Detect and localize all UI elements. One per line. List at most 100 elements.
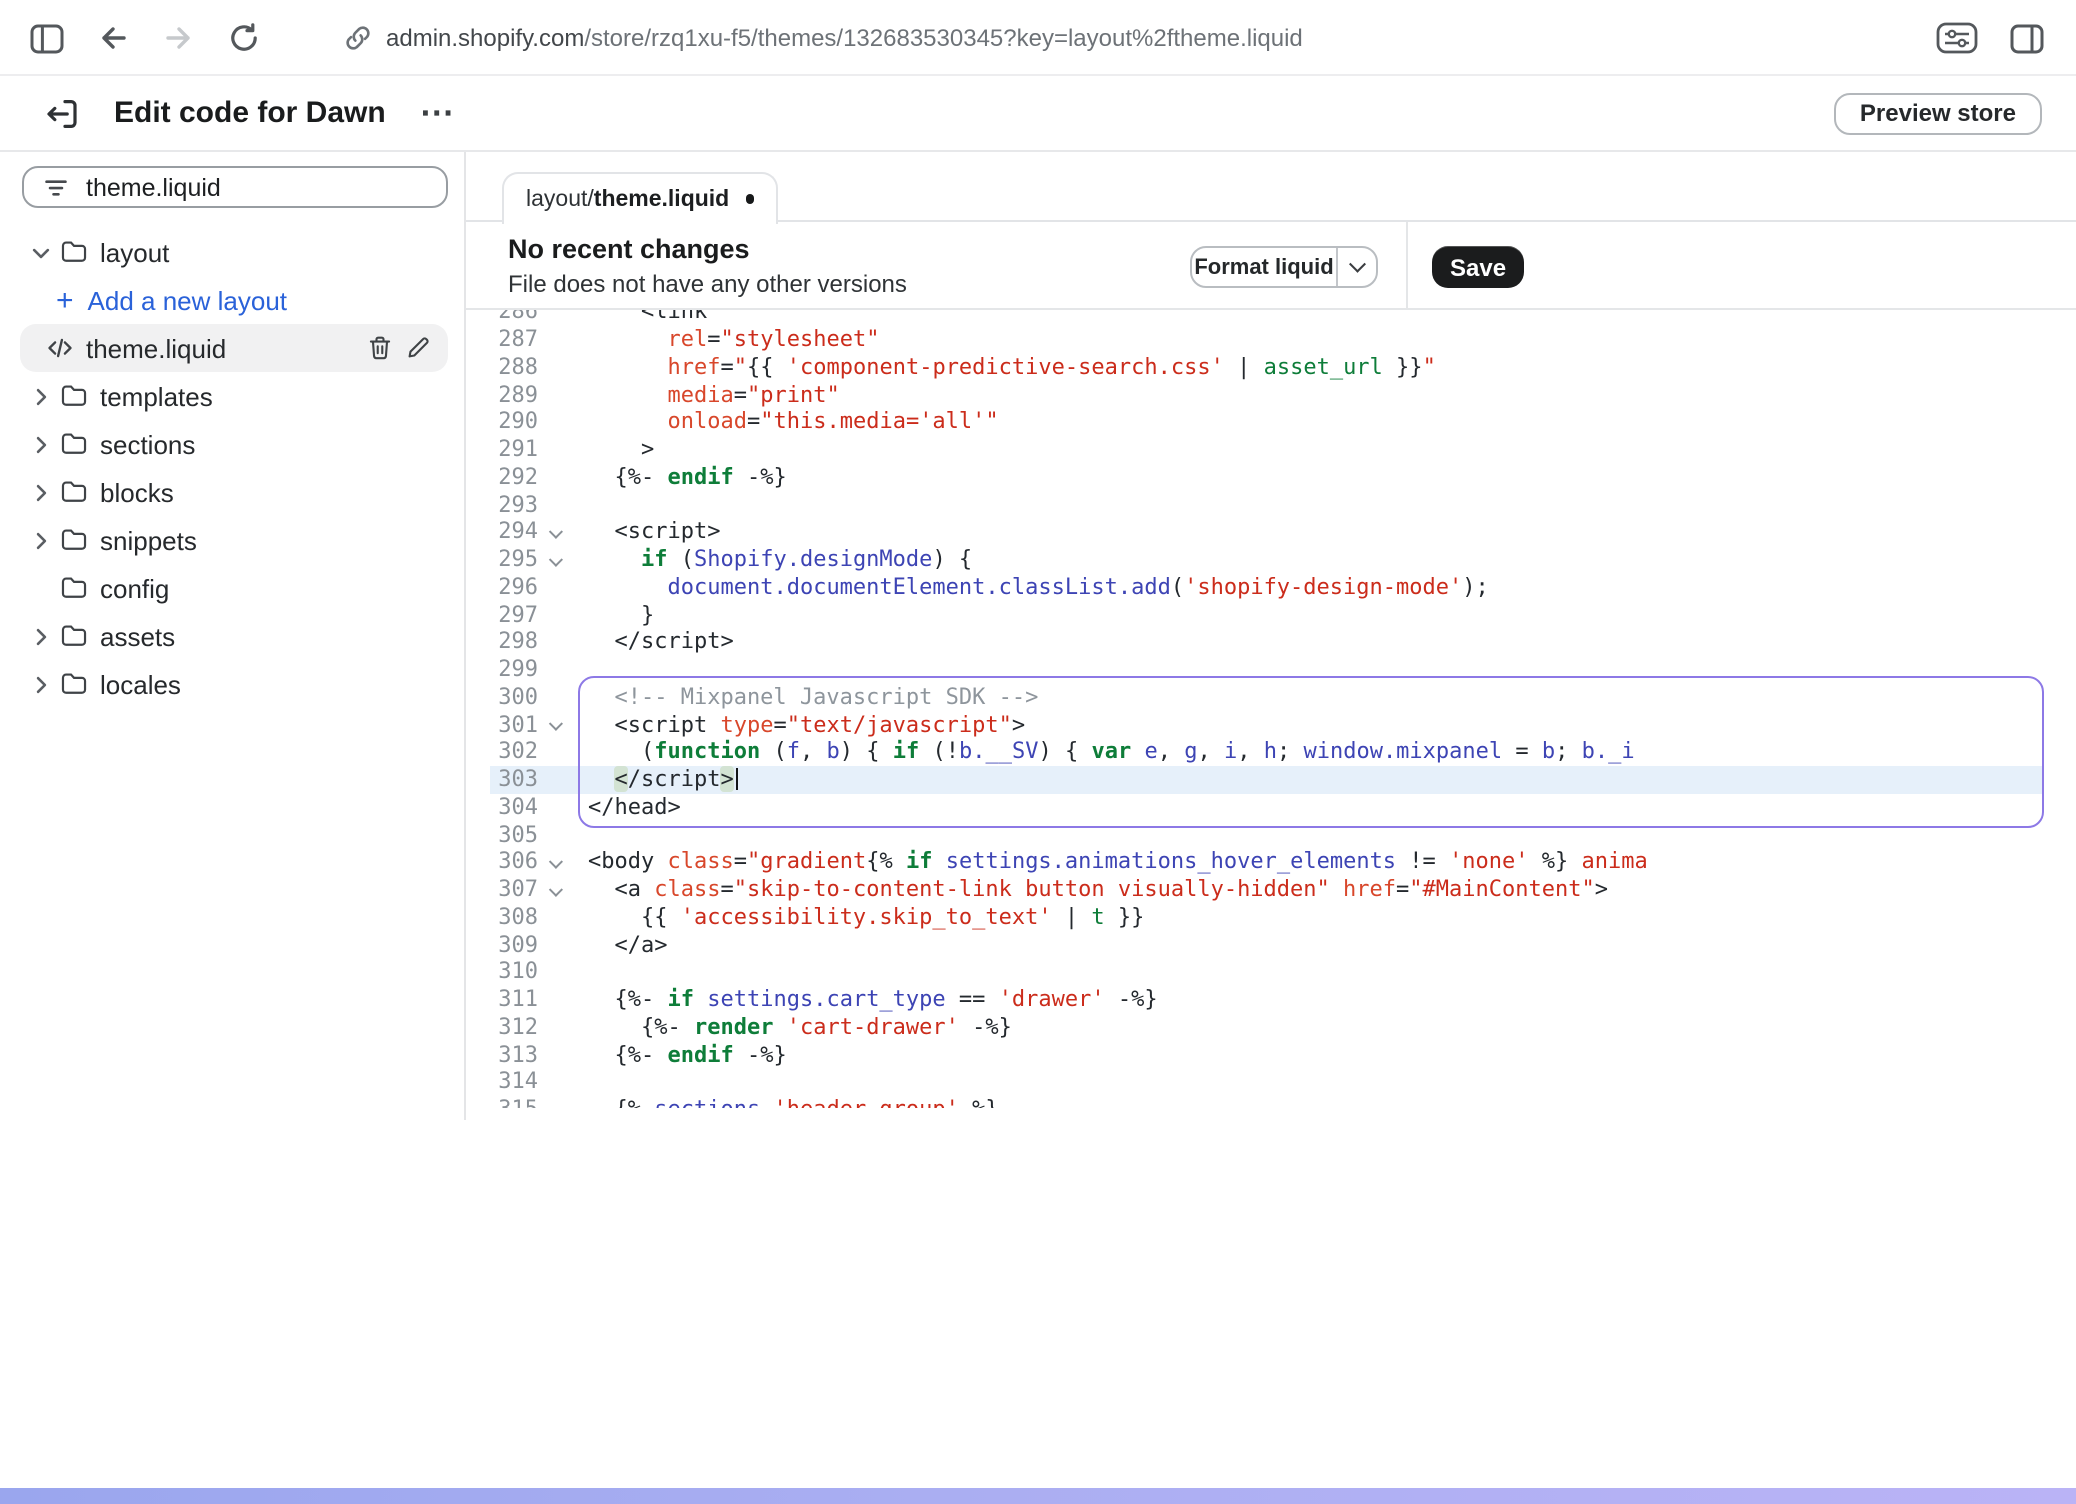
code-line-content[interactable]: <script> — [588, 519, 2044, 547]
sidebar-item-templates[interactable]: templates — [0, 372, 464, 420]
line-number[interactable]: 292 — [490, 464, 538, 492]
chevron-down-icon[interactable] — [1338, 248, 1376, 286]
line-number[interactable]: 299 — [490, 656, 538, 684]
line-number[interactable]: 287 — [490, 326, 538, 354]
code-line-content[interactable]: rel="stylesheet" — [588, 326, 2044, 354]
code-line[interactable]: 315 {% sections 'header-group' %} — [490, 1096, 2044, 1108]
sidebar-toggle-icon[interactable] — [24, 16, 68, 60]
code-line[interactable]: 295 if (Shopify.designMode) { — [490, 546, 2044, 574]
code-line-content[interactable]: </head> — [588, 794, 2044, 822]
code-line[interactable]: 311 {%- if settings.cart_type == 'drawer… — [490, 986, 2044, 1014]
line-number[interactable]: 296 — [490, 574, 538, 602]
rename-file-button[interactable] — [398, 329, 436, 367]
code-line[interactable]: 314 — [490, 1069, 2044, 1097]
line-number[interactable]: 290 — [490, 409, 538, 437]
code-line-content[interactable] — [588, 656, 2044, 684]
sidebar-item-assets[interactable]: assets — [0, 612, 464, 660]
fold-toggle-icon[interactable] — [538, 546, 588, 574]
add-new-layout-button[interactable]: + Add a new layout — [0, 276, 464, 324]
code-line-content[interactable]: {%- endif -%} — [588, 464, 2044, 492]
code-line[interactable]: 297 } — [490, 601, 2044, 629]
code-line[interactable]: 305 — [490, 821, 2044, 849]
line-number[interactable]: 310 — [490, 959, 538, 987]
address-bar[interactable]: admin.shopify.com/store/rzq1xu-f5/themes… — [344, 0, 1303, 76]
extensions-icon[interactable] — [1934, 16, 1978, 60]
delete-file-button[interactable] — [360, 329, 398, 367]
code-line[interactable]: 309 </a> — [490, 931, 2044, 959]
code-line-content[interactable]: if (Shopify.designMode) { — [588, 546, 2044, 574]
line-number[interactable]: 298 — [490, 629, 538, 657]
chevron-right-icon[interactable] — [28, 623, 60, 649]
file-filter-input[interactable]: theme.liquid — [22, 166, 448, 208]
code-line[interactable]: 300 <!-- Mixpanel Javascript SDK --> — [490, 684, 2044, 712]
code-line[interactable]: 306<body class="gradient{% if settings.a… — [490, 849, 2044, 877]
line-number[interactable]: 295 — [490, 546, 538, 574]
chevron-right-icon[interactable] — [28, 383, 60, 409]
fold-toggle-icon[interactable] — [538, 876, 588, 904]
code-line[interactable]: 303 </script> — [490, 766, 2044, 794]
code-line-content[interactable]: </a> — [588, 931, 2044, 959]
fold-toggle-icon[interactable] — [538, 849, 588, 877]
line-number[interactable]: 312 — [490, 1014, 538, 1042]
chevron-right-icon[interactable] — [28, 671, 60, 697]
line-number[interactable]: 293 — [490, 491, 538, 519]
code-line[interactable]: 292 {%- endif -%} — [490, 464, 2044, 492]
code-line-content[interactable] — [588, 821, 2044, 849]
code-line-content[interactable]: </script> — [588, 766, 2044, 794]
code-line-content[interactable]: > — [588, 436, 2044, 464]
back-icon[interactable] — [90, 16, 134, 60]
sidebar-item-config[interactable]: config — [0, 564, 464, 612]
code-line[interactable]: 308 {{ 'accessibility.skip_to_text' | t … — [490, 904, 2044, 932]
sidebar-item-locales[interactable]: locales — [0, 660, 464, 708]
line-number[interactable]: 303 — [490, 766, 538, 794]
code-line-content[interactable] — [588, 491, 2044, 519]
line-number[interactable]: 315 — [490, 1096, 538, 1108]
line-number[interactable]: 289 — [490, 381, 538, 409]
fold-toggle-icon[interactable] — [538, 711, 588, 739]
code-line[interactable]: 312 {%- render 'cart-drawer' -%} — [490, 1014, 2044, 1042]
code-line[interactable]: 299 — [490, 656, 2044, 684]
chevron-right-icon[interactable] — [28, 479, 60, 505]
line-number[interactable]: 301 — [490, 711, 538, 739]
code-line-content[interactable]: } — [588, 601, 2044, 629]
more-actions-button[interactable]: ⋯ — [416, 103, 458, 123]
code-line[interactable]: 307 <a class="skip-to-content-link butto… — [490, 876, 2044, 904]
forward-icon[interactable] — [156, 16, 200, 60]
code-line[interactable]: 293 — [490, 491, 2044, 519]
code-line-content[interactable]: </script> — [588, 629, 2044, 657]
chevron-right-icon[interactable] — [28, 527, 60, 553]
code-line-content[interactable]: onload="this.media='all'" — [588, 409, 2044, 437]
selected-file-pill[interactable]: theme.liquid — [20, 324, 448, 372]
fold-toggle-icon[interactable] — [538, 519, 588, 547]
line-number[interactable]: 309 — [490, 931, 538, 959]
code-line-content[interactable]: <!-- Mixpanel Javascript SDK --> — [588, 684, 2044, 712]
code-editor[interactable]: 286 <link287 rel="stylesheet"288 href="{… — [490, 310, 2044, 1108]
line-number[interactable]: 300 — [490, 684, 538, 712]
line-number[interactable]: 304 — [490, 794, 538, 822]
code-line-content[interactable]: <a class="skip-to-content-link button vi… — [588, 876, 2044, 904]
code-line-content[interactable]: (function (f, b) { if (!b.__SV) { var e,… — [588, 739, 2044, 767]
sidebar-item-sections[interactable]: sections — [0, 420, 464, 468]
line-number[interactable]: 302 — [490, 739, 538, 767]
code-line-content[interactable]: media="print" — [588, 381, 2044, 409]
code-line[interactable]: 287 rel="stylesheet" — [490, 326, 2044, 354]
line-number[interactable]: 291 — [490, 436, 538, 464]
code-line[interactable]: 304 </head> — [490, 794, 2044, 822]
code-line-content[interactable]: <script type="text/javascript"> — [588, 711, 2044, 739]
code-line[interactable]: 294 <script> — [490, 519, 2044, 547]
line-number[interactable]: 307 — [490, 876, 538, 904]
line-number[interactable]: 311 — [490, 986, 538, 1014]
exit-button[interactable] — [40, 91, 84, 135]
format-liquid-button[interactable]: Format liquid — [1190, 246, 1378, 288]
code-line[interactable]: 313 {%- endif -%} — [490, 1041, 2044, 1069]
code-line-content[interactable]: {%- render 'cart-drawer' -%} — [588, 1014, 2044, 1042]
code-line[interactable]: 288 href="{{ 'component-predictive-searc… — [490, 354, 2044, 382]
sidebar-item-theme-liquid[interactable]: theme.liquid — [0, 324, 464, 372]
line-number[interactable]: 286 — [490, 310, 538, 326]
code-line[interactable]: 290 onload="this.media='all'" — [490, 409, 2044, 437]
code-line-content[interactable] — [588, 1069, 2044, 1097]
chevron-right-icon[interactable] — [28, 431, 60, 457]
preview-store-button[interactable]: Preview store — [1834, 92, 2042, 134]
code-line[interactable]: 298 </script> — [490, 629, 2044, 657]
code-line[interactable]: 296 document.documentElement.classList.a… — [490, 574, 2044, 602]
